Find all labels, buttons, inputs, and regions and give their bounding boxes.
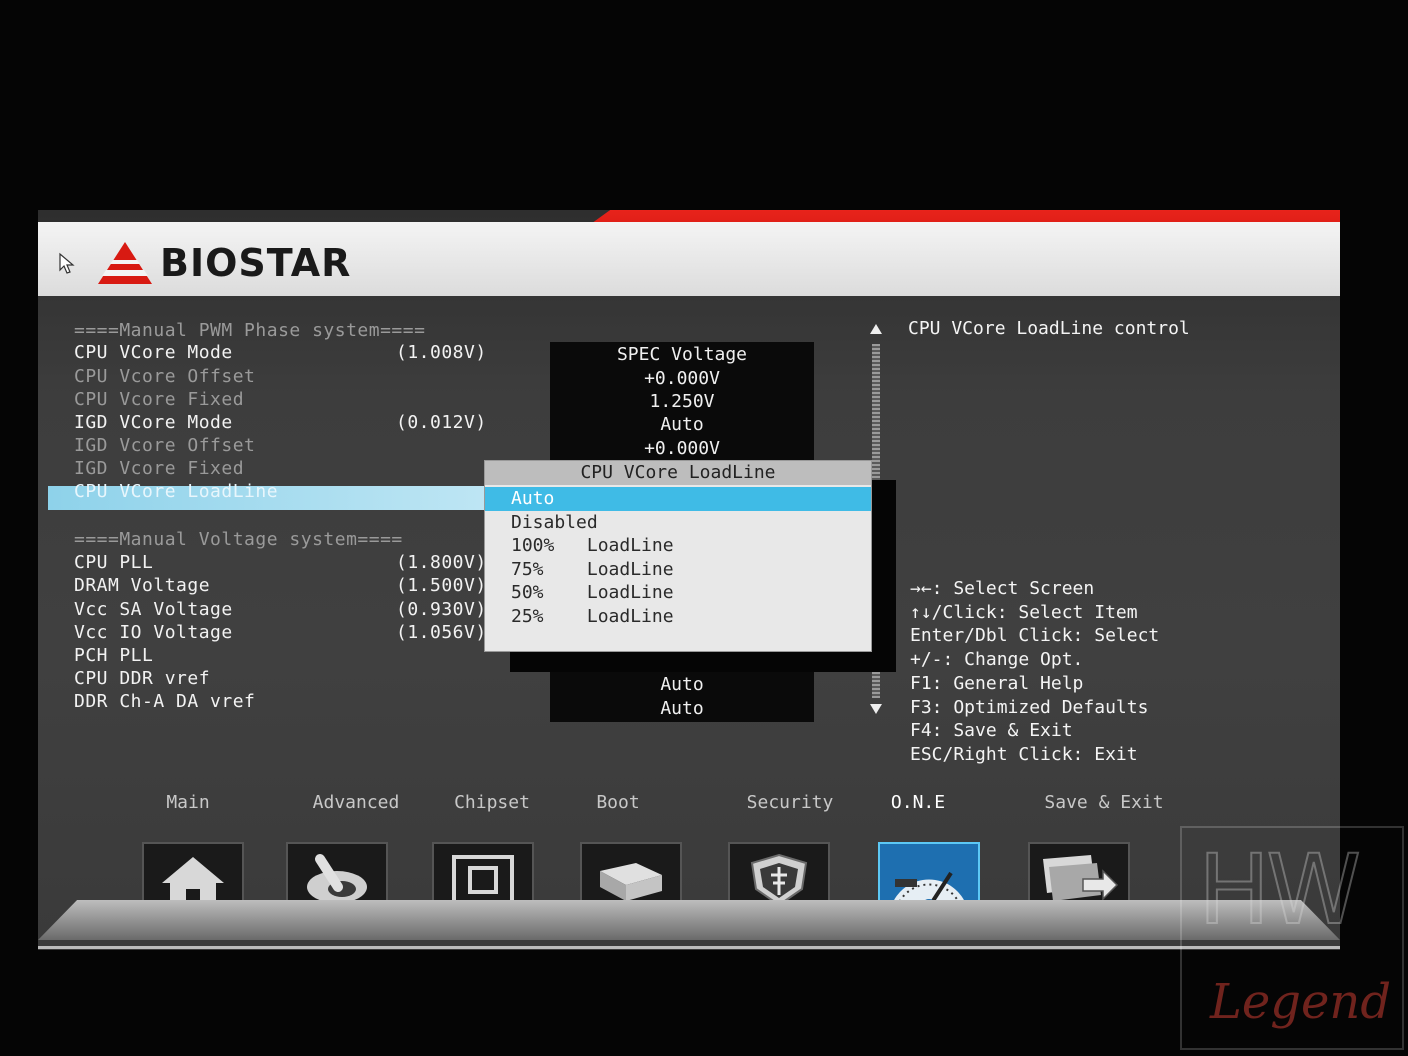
setting-row[interactable]: CPU Vcore Offset: [74, 366, 255, 388]
setting-current-voltage: (1.500V): [396, 575, 487, 596]
tab-chipset[interactable]: Chipset: [422, 792, 562, 813]
setting-label: ====Manual PWM Phase system====: [74, 320, 426, 341]
setting-row[interactable]: DRAM Voltage (1.500V): [74, 575, 486, 597]
section-header: ====Manual Voltage system====: [74, 529, 403, 551]
key-help-item: F3: Optimized Defaults: [910, 696, 1149, 718]
popup-title: CPU VCore LoadLine: [485, 461, 871, 485]
biostar-logo: BIOSTAR: [96, 240, 351, 286]
setting-value[interactable]: Auto: [550, 414, 814, 435]
setting-label: DRAM Voltage: [74, 575, 211, 596]
setting-row[interactable]: Vcc IO Voltage (1.056V): [74, 622, 486, 644]
setting-row[interactable]: PCH PLL: [74, 645, 153, 667]
setting-row[interactable]: CPU VCore Mode (1.008V): [74, 342, 486, 364]
setting-label: CPU VCore Mode: [74, 342, 233, 363]
popup-option[interactable]: 25% LoadLine: [485, 605, 871, 629]
setting-label: Vcc SA Voltage: [74, 599, 233, 620]
tab-security[interactable]: Security: [720, 792, 860, 813]
setting-row[interactable]: Vcc SA Voltage (0.930V): [74, 599, 486, 621]
setting-row[interactable]: CPU Vcore Fixed: [74, 389, 244, 411]
setting-current-voltage: (0.012V): [396, 412, 487, 433]
setting-label: CPU PLL: [74, 552, 154, 573]
drives-icon-glyph: [600, 863, 662, 901]
header-bar: BIOSTAR: [38, 222, 1340, 296]
setting-value[interactable]: 1.250V: [550, 391, 814, 412]
setting-value[interactable]: Auto: [550, 698, 814, 719]
bios-screen: BIOSTAR SPEC Voltage +0.000V 1.250V Auto +0.…: [38, 210, 1340, 950]
popup-option-label: 75% LoadLine: [511, 558, 674, 580]
setting-current-voltage: (0.930V): [396, 599, 487, 620]
setting-label: CPU Vcore Fixed: [74, 389, 245, 410]
chip-icon-glyph: [452, 855, 514, 905]
column-header: SPEC Voltage: [616, 344, 748, 365]
setting-value[interactable]: Auto: [550, 674, 814, 695]
setting-row[interactable]: CPU VCore LoadLine: [74, 481, 278, 503]
popup-option-label: 25% LoadLine: [511, 605, 674, 627]
section-header: ====Manual PWM Phase system====: [74, 320, 425, 342]
setting-label: DDR Ch-A DA vref: [74, 691, 256, 712]
loadline-popup: CPU VCore LoadLine Auto Disabled 100% Load…: [484, 460, 872, 652]
setting-current-voltage: (1.800V): [396, 552, 487, 573]
popup-option[interactable]: 50% LoadLine: [485, 581, 871, 605]
setting-label: CPU Vcore Offset: [74, 366, 256, 387]
popup-option-label: Disabled: [511, 511, 598, 533]
popup-option[interactable]: 75% LoadLine: [485, 558, 871, 582]
setting-row[interactable]: CPU PLL (1.800V): [74, 552, 486, 574]
setting-label: CPU VCore LoadLine: [74, 481, 279, 502]
popup-option-label: 50% LoadLine: [511, 582, 674, 603]
popup-option-label: 100% LoadLine: [511, 535, 674, 556]
popup-option[interactable]: 100% LoadLine: [485, 534, 871, 558]
popup-option[interactable]: Auto: [485, 487, 871, 511]
setting-label: Vcc IO Voltage: [74, 622, 233, 643]
scroll-up-arrow-icon[interactable]: [870, 324, 882, 334]
setting-label: CPU DDR vref: [74, 668, 211, 689]
popup-option[interactable]: Disabled: [485, 511, 871, 535]
scroll-down-arrow-icon[interactable]: [870, 704, 882, 714]
setting-row[interactable]: DDR Ch-A DA vref: [74, 691, 255, 713]
tab-boot[interactable]: Boot: [548, 792, 688, 813]
save-exit-icon-glyph: [1043, 855, 1119, 901]
key-help-item: F1: General Help: [910, 672, 1084, 694]
tab-main[interactable]: Main: [118, 792, 258, 813]
joystick-icon-glyph: [307, 854, 367, 903]
shield-icon-glyph: [750, 853, 808, 907]
tab-save-exit[interactable]: Save & Exit: [1034, 792, 1174, 813]
tab-advanced[interactable]: Advanced: [286, 792, 426, 813]
watermark-hw: HW: [1197, 833, 1362, 947]
setting-current-voltage: (1.056V): [396, 622, 487, 643]
setting-current-voltage: (1.008V): [396, 342, 487, 363]
setting-label: IGD VCore Mode: [74, 412, 233, 433]
setting-row[interactable]: IGD Vcore Offset: [74, 435, 255, 457]
key-help-item: →←: Select Screen: [910, 578, 1095, 599]
key-help-item: F4: Save & Exit: [910, 720, 1073, 742]
watermark-legend: Legend: [1210, 974, 1392, 1030]
tab-shelf: [38, 900, 1340, 940]
setting-value[interactable]: +0.000V: [550, 438, 814, 459]
setting-row[interactable]: CPU DDR vref: [74, 668, 210, 690]
key-help-item: ESC/Right Click: Exit: [910, 743, 1138, 765]
key-help-item: ↑↓/Click: Select Item: [910, 601, 1138, 623]
mouse-cursor-icon: [59, 252, 75, 274]
key-help-item: Enter/Dbl Click: Select: [910, 625, 1160, 647]
home-icon-glyph: [162, 857, 224, 905]
bottom-divider: [38, 946, 1340, 949]
biostar-triangle-icon: [98, 242, 152, 284]
help-title: CPU VCore LoadLine control: [908, 318, 1190, 339]
brand-name: BIOSTAR: [160, 241, 352, 285]
key-help-item: +/-: Change Opt.: [910, 649, 1084, 671]
watermark: HW Legend: [1180, 826, 1404, 1050]
setting-label: PCH PLL: [74, 645, 154, 666]
setting-row[interactable]: IGD VCore Mode (0.012V): [74, 412, 486, 434]
setting-label: IGD Vcore Offset: [74, 435, 256, 456]
setting-label: ====Manual Voltage system====: [74, 529, 403, 550]
tab-o-n-e[interactable]: O.N.E: [848, 792, 988, 813]
setting-label: IGD Vcore Fixed: [74, 458, 245, 479]
popup-option-label: Auto: [511, 488, 555, 509]
setting-value[interactable]: +0.000V: [550, 368, 814, 389]
setting-row[interactable]: IGD Vcore Fixed: [74, 458, 244, 480]
